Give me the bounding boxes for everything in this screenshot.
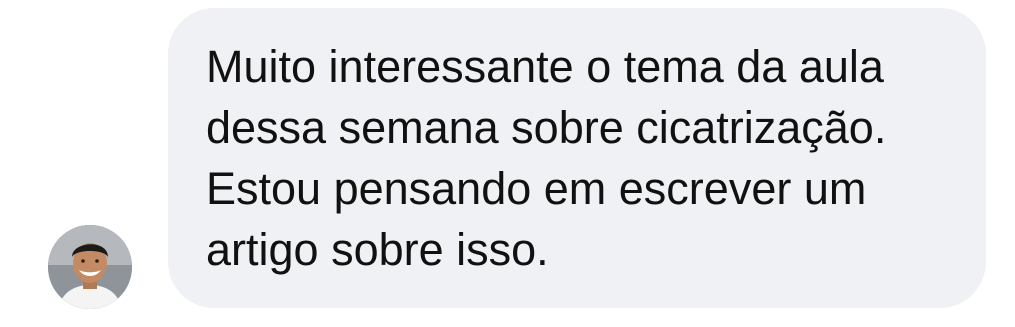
chat-message-row: Muito interessante o tema da aula dessa … [0,0,1015,327]
message-bubble[interactable]: Muito interessante o tema da aula dessa … [168,8,986,308]
person-photo-icon [48,225,132,309]
message-text: Muito interessante o tema da aula dessa … [206,41,887,275]
avatar[interactable] [48,225,132,309]
